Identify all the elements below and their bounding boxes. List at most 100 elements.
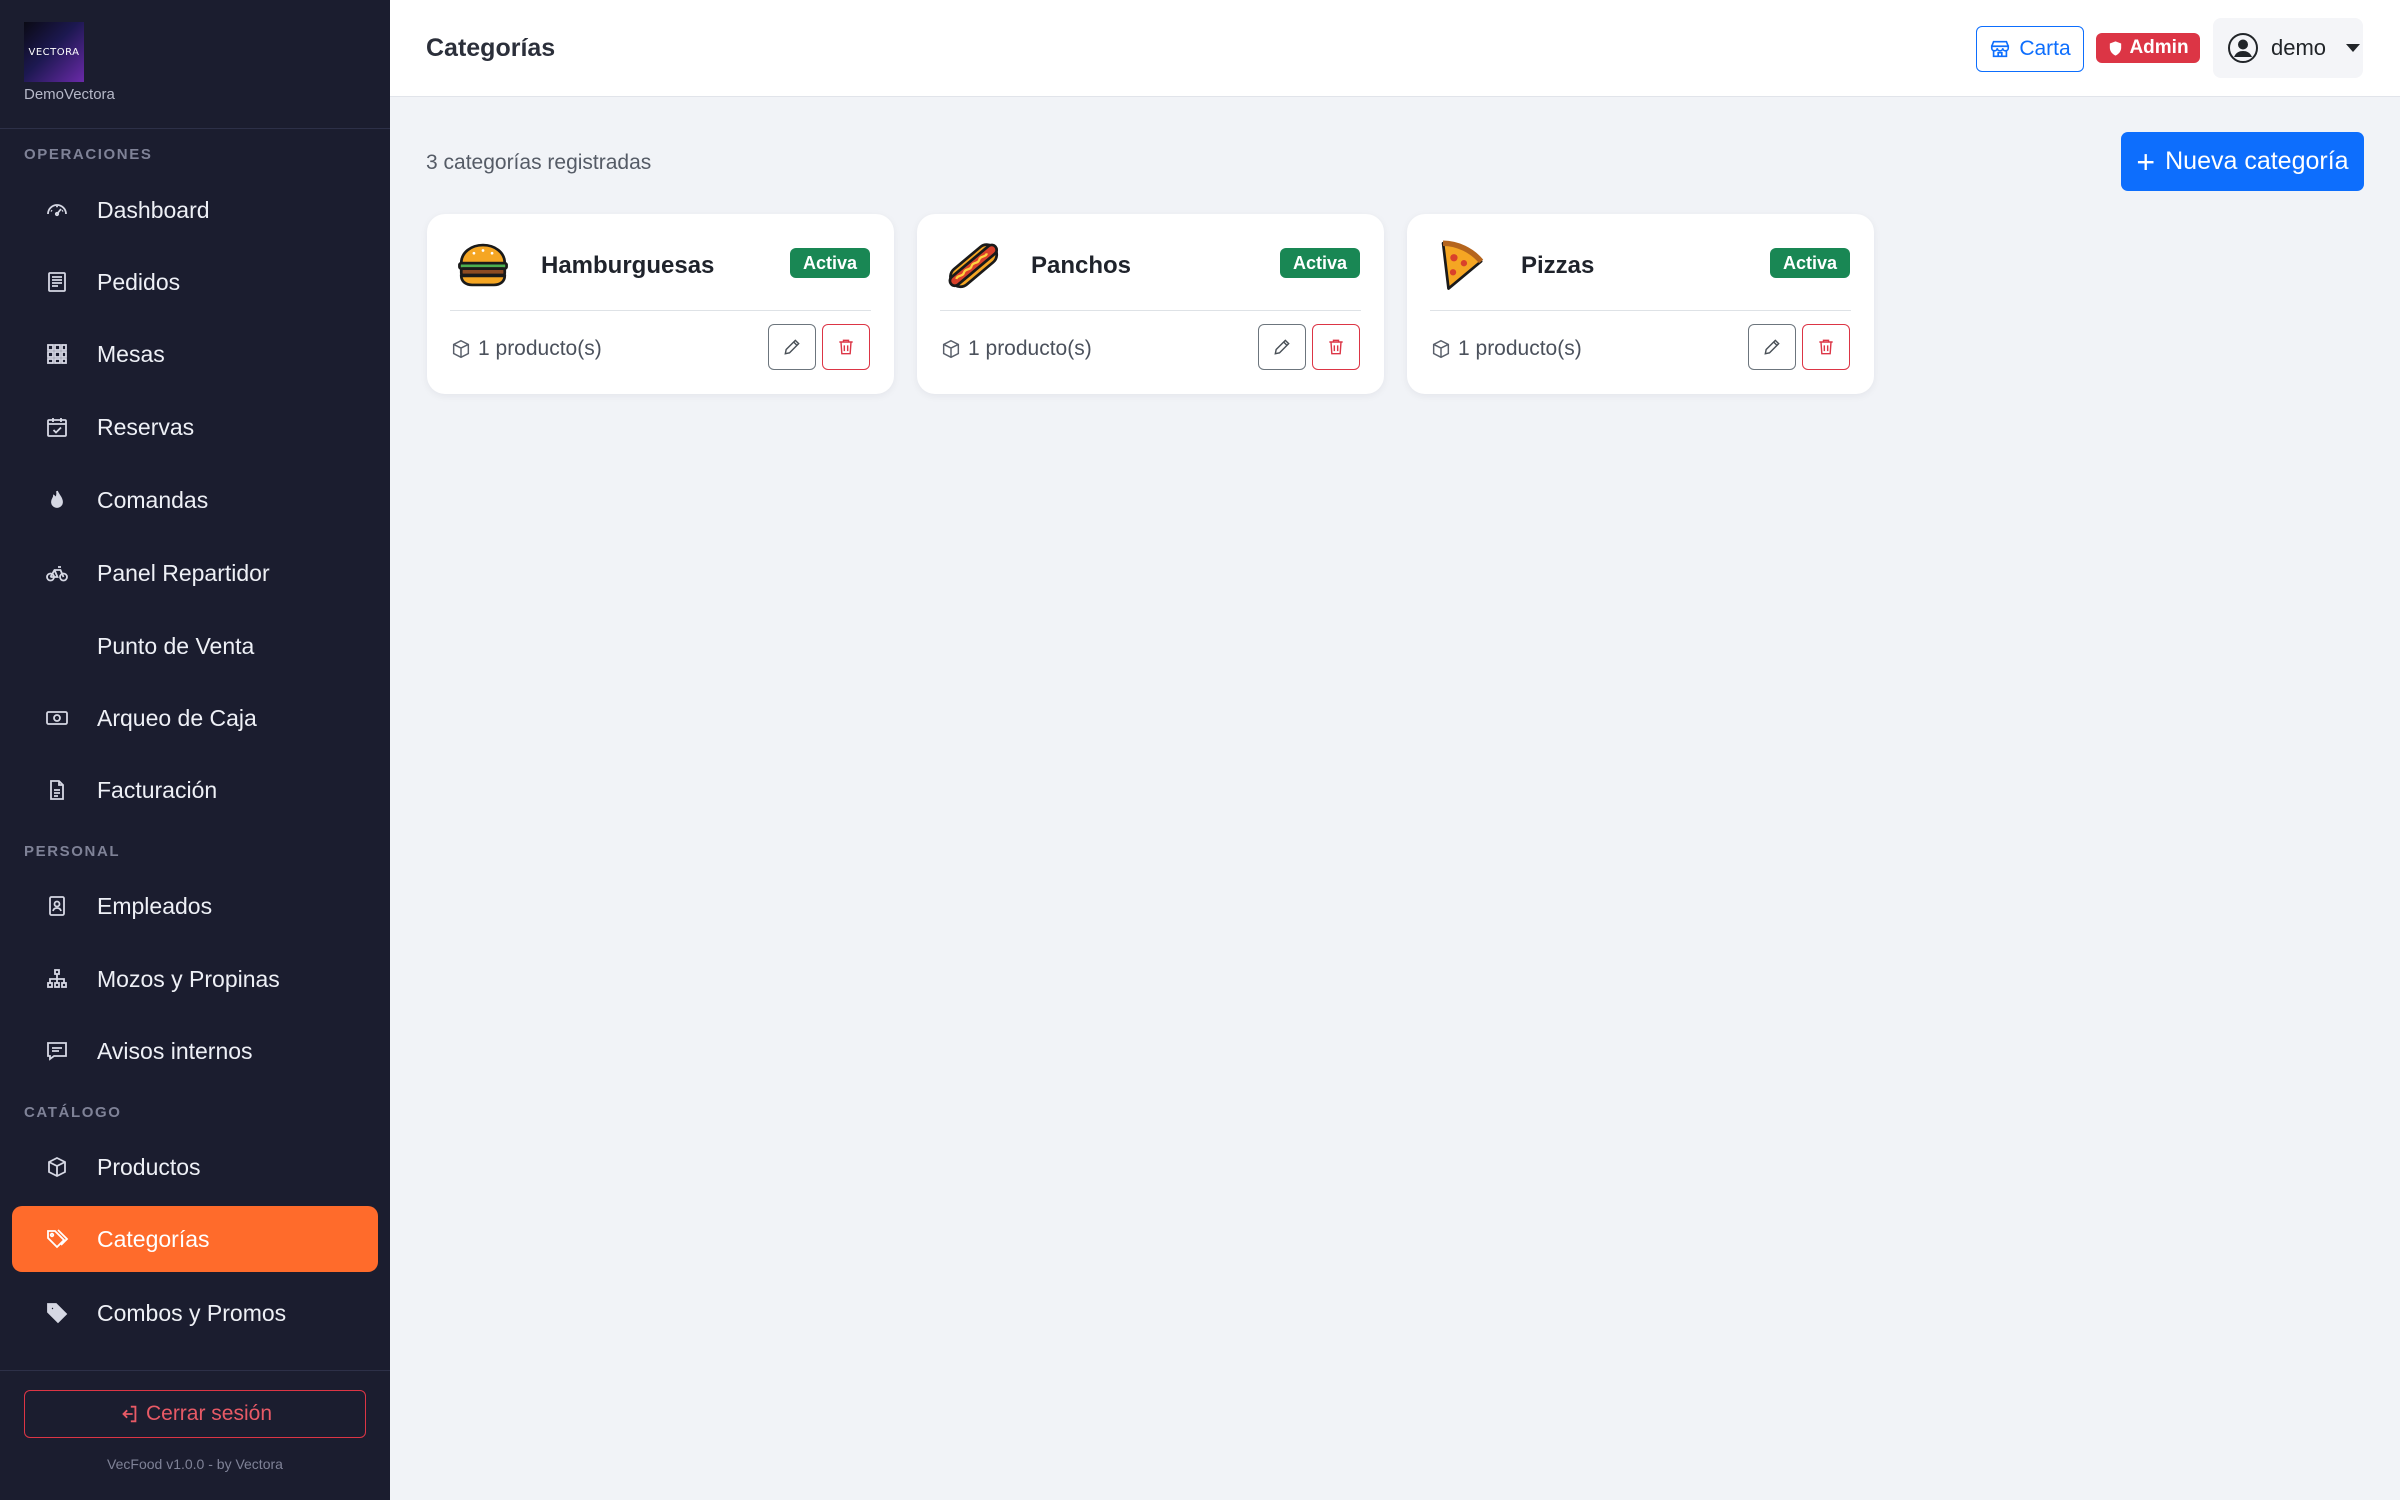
sidebar-item-label: Productos — [97, 1153, 201, 1180]
carta-label: Carta — [2019, 37, 2071, 60]
calendar-check-icon — [42, 412, 72, 442]
trash-icon — [1329, 339, 1343, 355]
category-card: Pizzas Activa 1 producto(s) — [1407, 214, 1874, 394]
box-icon — [42, 1152, 72, 1182]
sidebar-item-mozos-y-propinas[interactable]: Mozos y Propinas — [12, 946, 378, 1012]
sidebar-item-label: Reservas — [97, 413, 195, 440]
edit-button[interactable] — [768, 324, 816, 370]
category-count: 3 categorías registradas — [426, 151, 652, 174]
diagram-icon — [42, 964, 72, 994]
admin-label: Admin — [2129, 37, 2189, 58]
delete-button[interactable] — [1312, 324, 1360, 370]
sidebar-item-avisos-internos[interactable]: Avisos internos — [12, 1018, 378, 1084]
hotdog-icon — [948, 243, 999, 289]
sidebar-item-productos[interactable]: Productos — [12, 1134, 378, 1200]
brand-name: DemoVectora — [24, 86, 115, 103]
product-count: 1 producto(s) — [450, 337, 602, 361]
sidebar-item-label: Dashboard — [97, 196, 210, 223]
admin-badge: Admin — [2096, 33, 2200, 63]
sidebar-item-label: Mozos y Propinas — [97, 965, 280, 992]
sidebar-item-comandas[interactable]: Comandas — [12, 467, 378, 533]
fire-icon — [42, 485, 72, 515]
chevron-down-icon — [2346, 44, 2361, 52]
category-card: Hamburguesas Activa 1 producto(s) — [427, 214, 894, 394]
box-icon — [1432, 339, 1450, 359]
brand-logo-text: VECTORA — [28, 46, 80, 58]
sidebar-item-panel-repartidor[interactable]: Panel Repartidor — [12, 540, 378, 606]
section-label-personal: PERSONAL — [24, 843, 121, 860]
user-circle-icon — [2228, 33, 2258, 63]
new-category-label: Nueva categoría — [2165, 147, 2349, 175]
category-card: Panchos Activa 1 producto(s) — [917, 214, 1384, 394]
logout-icon — [122, 1405, 137, 1423]
user-name: demo — [2271, 35, 2327, 60]
cash-icon — [42, 703, 72, 733]
grid-icon — [42, 339, 72, 369]
product-count-text: 1 producto(s) — [1458, 337, 1582, 360]
pizza-icon — [1441, 240, 1484, 290]
pencil-icon — [1274, 339, 1290, 355]
tag-icon — [42, 1298, 72, 1328]
sidebar-item-label: Arqueo de Caja — [97, 704, 257, 731]
sidebar-item-label: Categorías — [97, 1225, 210, 1252]
new-category-button[interactable]: + Nueva categoría — [2121, 132, 2364, 191]
brand[interactable]: VECTORA DemoVectora — [24, 22, 115, 103]
product-count: 1 producto(s) — [1430, 337, 1582, 361]
sidebar-item-empleados[interactable]: Empleados — [12, 873, 378, 939]
box-icon — [942, 339, 960, 359]
chat-icon — [42, 1036, 72, 1066]
logout-label: Cerrar sesión — [145, 1402, 273, 1425]
divider — [1430, 310, 1851, 311]
burger-icon — [458, 243, 508, 287]
category-name: Pizzas — [1521, 252, 1595, 279]
shield-icon — [2110, 40, 2122, 56]
box-icon — [452, 339, 470, 359]
divider — [940, 310, 1361, 311]
sidebar-item-label: Mesas — [97, 340, 165, 367]
sidebar-item-label: Avisos internos — [97, 1037, 253, 1064]
category-name: Hamburguesas — [541, 252, 715, 279]
blank-icon — [42, 631, 72, 661]
divider — [0, 128, 390, 129]
logout-button[interactable]: Cerrar sesión — [24, 1390, 366, 1438]
sidebar-item-label: Empleados — [97, 892, 213, 919]
edit-button[interactable] — [1748, 324, 1796, 370]
product-count: 1 producto(s) — [940, 337, 1092, 361]
carta-button[interactable]: Carta — [1976, 26, 2084, 72]
sidebar-item-label: Combos y Promos — [97, 1299, 287, 1326]
bicycle-icon — [42, 558, 72, 588]
tags-icon — [42, 1224, 72, 1254]
section-label-operaciones: OPERACIONES — [24, 146, 153, 163]
sidebar-item-dashboard[interactable]: Dashboard — [12, 177, 378, 243]
sidebar-item-label: Facturación — [97, 776, 218, 803]
sidebar-item-mesas[interactable]: Mesas — [12, 321, 378, 387]
edit-button[interactable] — [1258, 324, 1306, 370]
sidebar-item-punto-de-venta[interactable]: Punto de Venta — [12, 613, 378, 679]
version-text: VecFood v1.0.0 - by Vectora — [107, 1456, 283, 1472]
category-name: Panchos — [1031, 252, 1132, 279]
product-count-text: 1 producto(s) — [478, 337, 602, 360]
trash-icon — [1819, 339, 1833, 355]
topbar: Categorías Carta Admin demo — [390, 0, 2400, 97]
sidebar-item-facturacion[interactable]: Facturación — [12, 757, 378, 823]
sidebar-item-combos-y-promos[interactable]: Combos y Promos — [12, 1280, 378, 1346]
section-label-catalogo: CATÁLOGO — [24, 1104, 122, 1121]
plus-icon: + — [2136, 143, 2156, 180]
sidebar-item-categorias[interactable]: Categorías — [12, 1206, 378, 1272]
user-menu-dropdown[interactable]: demo — [2213, 18, 2363, 78]
delete-button[interactable] — [1802, 324, 1850, 370]
status-badge: Activa — [789, 248, 870, 278]
trash-icon — [839, 339, 853, 355]
brand-logo: VECTORA — [24, 22, 84, 82]
product-count-text: 1 producto(s) — [968, 337, 1092, 360]
status-badge: Activa — [1769, 248, 1850, 278]
sidebar: VECTORA DemoVectora OPERACIONES Dashboar… — [0, 0, 390, 1500]
sidebar-item-arqueo-de-caja[interactable]: Arqueo de Caja — [12, 685, 378, 751]
page-title: Categorías — [426, 34, 556, 62]
pencil-icon — [784, 339, 800, 355]
sidebar-item-label: Pedidos — [97, 268, 181, 295]
delete-button[interactable] — [822, 324, 870, 370]
sidebar-item-pedidos[interactable]: Pedidos — [12, 249, 378, 315]
document-icon — [42, 775, 72, 805]
sidebar-item-reservas[interactable]: Reservas — [12, 394, 378, 460]
